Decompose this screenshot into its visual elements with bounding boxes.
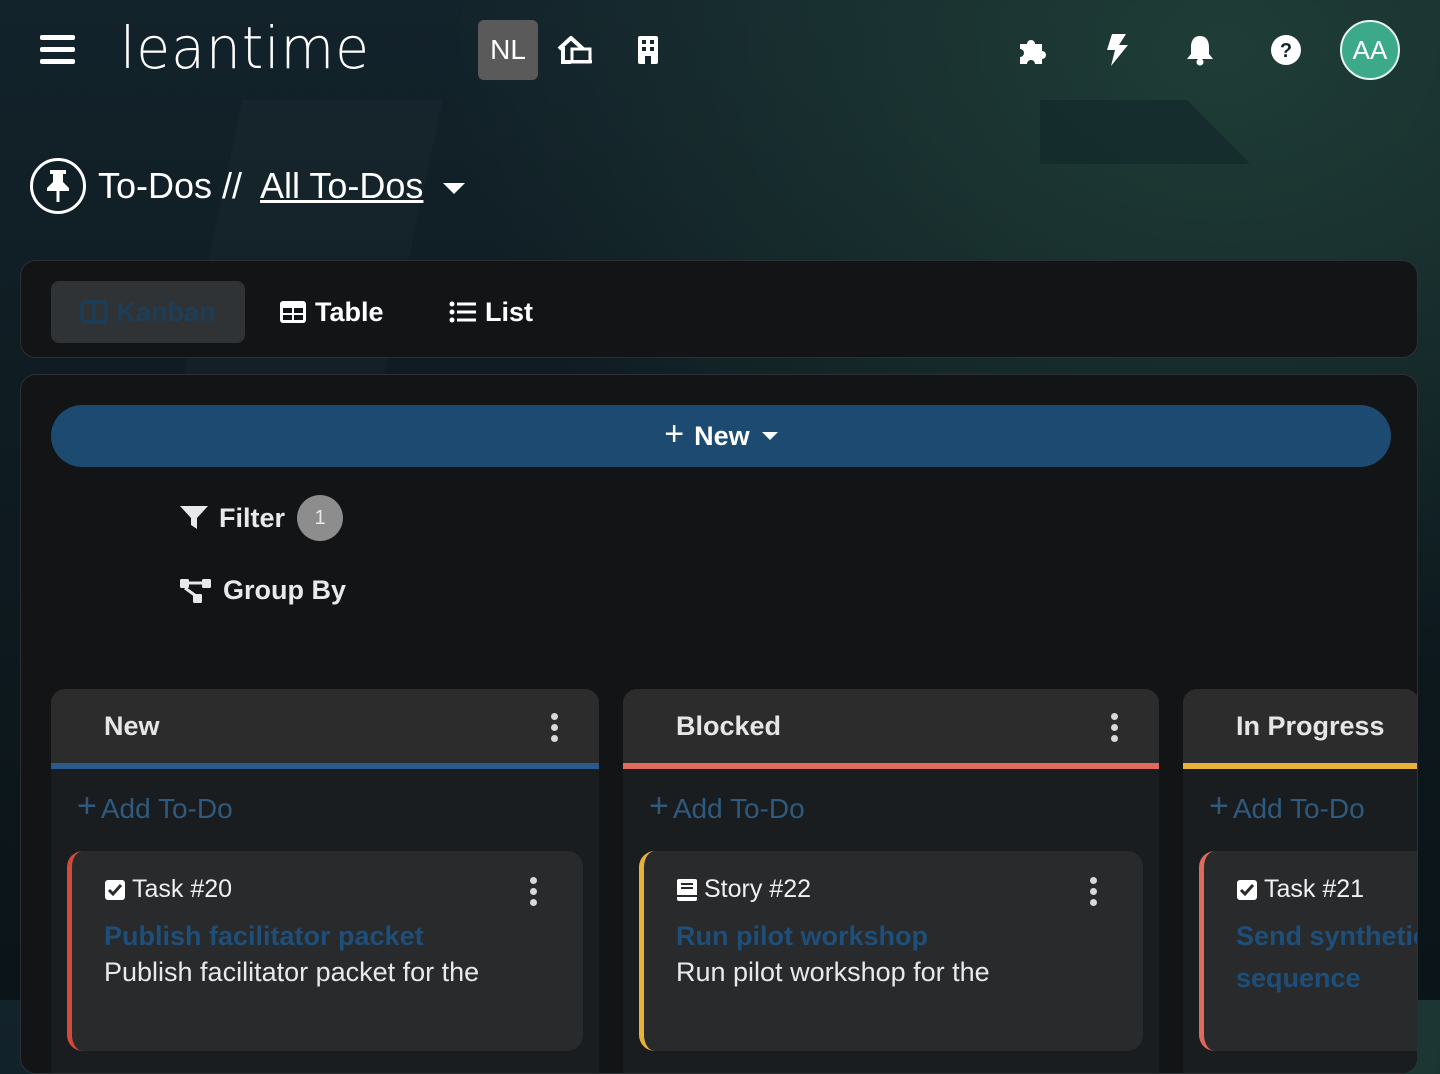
tab-kanban-label: Kanban [116, 296, 216, 327]
tab-table[interactable]: Table [279, 281, 384, 343]
kanban-icon [80, 300, 109, 324]
todo-card[interactable]: Story #22 Run pilot workshop Run pilot w… [639, 851, 1143, 1051]
bell-icon[interactable] [1182, 32, 1218, 68]
add-todo-button[interactable]: + Add To-Do [77, 787, 599, 826]
card-title[interactable]: Run pilot workshop [676, 915, 928, 957]
add-todo-label: Add To-Do [672, 792, 805, 824]
logo[interactable]: leantime [120, 14, 370, 82]
group-by-label: Group By [223, 575, 347, 605]
todo-card[interactable]: Task #21 Send synthetic sequence [1199, 851, 1418, 1051]
column-header: In Progress [1183, 689, 1417, 763]
card-title-line: sequence [1236, 963, 1361, 993]
column-status-bar [1183, 763, 1417, 769]
todo-card[interactable]: Task #20 Publish facilitator packet Publ… [67, 851, 583, 1051]
card-description: Publish facilitator packet for the [104, 957, 480, 987]
book-icon [677, 878, 697, 901]
tab-list[interactable]: List [449, 281, 533, 343]
card-title[interactable]: Publish facilitator packet [104, 915, 424, 957]
chevron-down-icon [761, 432, 778, 440]
new-button[interactable]: + New [51, 405, 1391, 467]
svg-text:?: ? [1280, 40, 1292, 62]
card-type-label: Story #22 [704, 875, 812, 903]
help-icon[interactable]: ? [1268, 32, 1304, 68]
card-type-label: Task #20 [132, 875, 233, 903]
list-icon [449, 301, 476, 323]
plus-icon: + [77, 787, 97, 825]
user-avatar[interactable]: AA [1340, 20, 1400, 80]
checkbox-icon [105, 879, 125, 900]
card-type: Task #21 [1236, 875, 1364, 904]
page-title: To-Dos // All To-Dos [30, 158, 466, 214]
filter-count-badge: 1 [297, 495, 344, 541]
column-title: In Progress [1236, 710, 1385, 741]
building-icon[interactable] [630, 32, 666, 68]
column-menu-icon[interactable] [551, 713, 559, 746]
card-type: Task #20 [104, 875, 232, 904]
view-switcher: Kanban Table List [20, 260, 1418, 358]
add-todo-label: Add To-Do [100, 792, 233, 824]
filter-button[interactable]: Filter 1 [179, 495, 344, 541]
group-by-icon [180, 578, 211, 603]
title-prefix: To-Dos // [98, 165, 243, 206]
card-type-label: Task #21 [1264, 875, 1365, 903]
column-menu-icon[interactable] [1111, 713, 1119, 746]
tab-table-label: Table [315, 296, 384, 327]
new-button-label: New [694, 420, 750, 451]
home-icon[interactable] [557, 32, 593, 68]
todo-list-selector[interactable]: All To-Dos [260, 165, 423, 207]
kanban-column-in-progress: In Progress + Add To-Do Task #21 Send syn… [1183, 689, 1418, 1073]
puzzle-icon[interactable] [1014, 32, 1050, 68]
card-title-line: Send synthetic [1236, 921, 1418, 951]
plus-icon: + [649, 787, 669, 825]
kanban-column-new: New + Add To-Do Task #20 Publish facilita… [51, 689, 599, 1073]
table-icon [280, 301, 306, 323]
bolt-icon[interactable] [1099, 32, 1135, 68]
column-header: Blocked [623, 689, 1159, 763]
column-status-bar [51, 763, 599, 769]
kanban-column-blocked: Blocked + Add To-Do Story #22 Run pilot w… [623, 689, 1159, 1073]
chevron-down-icon[interactable] [443, 182, 466, 194]
tab-kanban[interactable]: Kanban [51, 281, 245, 343]
add-todo-label: Add To-Do [1232, 792, 1365, 824]
column-title: Blocked [676, 710, 782, 741]
plus-icon: + [1209, 787, 1229, 825]
checkbox-icon [1237, 879, 1257, 900]
kanban-board: + New Filter 1 Group By New + Add To-Do T… [20, 374, 1418, 1074]
card-description: Run pilot workshop for the [676, 957, 990, 987]
tab-list-label: List [485, 296, 534, 327]
filter-icon [180, 506, 208, 529]
pin-icon [30, 158, 86, 214]
filter-label: Filter [219, 502, 286, 533]
project-badge[interactable]: NL [478, 20, 538, 80]
card-type: Story #22 [676, 875, 811, 904]
card-menu-icon[interactable] [530, 877, 538, 910]
add-todo-button[interactable]: + Add To-Do [1209, 787, 1417, 826]
card-title[interactable]: Send synthetic sequence [1236, 915, 1418, 999]
plus-icon: + [664, 414, 685, 453]
card-menu-icon[interactable] [1090, 877, 1098, 910]
menu-icon[interactable] [40, 35, 75, 65]
column-header: New [51, 689, 599, 763]
add-todo-button[interactable]: + Add To-Do [649, 787, 1159, 826]
column-status-bar [623, 763, 1159, 769]
group-by-button[interactable]: Group By [179, 575, 346, 606]
column-title: New [104, 710, 160, 741]
